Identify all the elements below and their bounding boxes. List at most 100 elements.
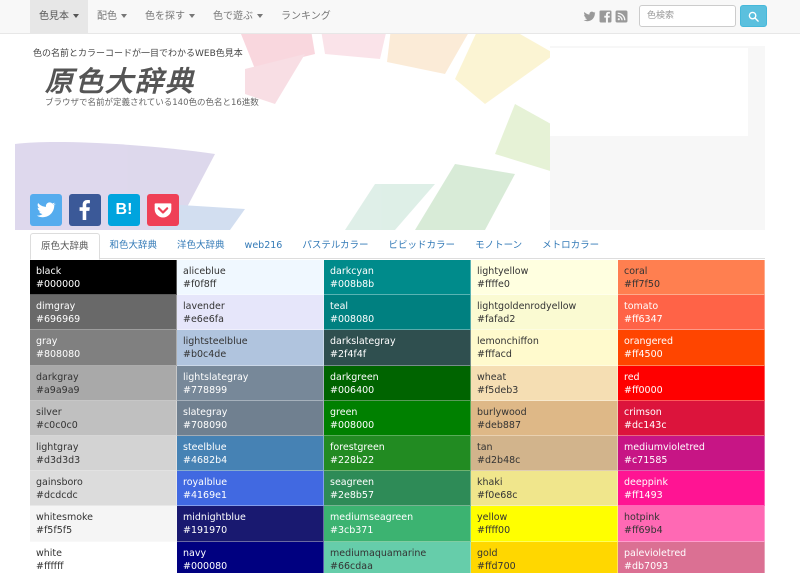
color-search-input[interactable]: [639, 5, 736, 27]
color-hex: #008b8b: [330, 279, 375, 290]
color-hex: #008000: [330, 419, 375, 431]
color-swatch-midnightblue[interactable]: midnightblue #191970: [177, 506, 324, 542]
color-swatch-crimson[interactable]: crimson #dc143c: [618, 400, 765, 436]
color-swatch-navy[interactable]: navy #000080: [177, 541, 324, 573]
facebook-icon[interactable]: [599, 10, 612, 23]
nav-right: [583, 5, 767, 27]
color-swatch-lightyellow[interactable]: lightyellow #ffffe0: [471, 260, 618, 296]
color-swatch-lightsteelblue[interactable]: lightsteelblue #b0c4de: [177, 330, 324, 366]
color-name: lemonchiffon: [477, 336, 539, 348]
color-swatch-tomato[interactable]: tomato #ff6347: [618, 295, 765, 331]
color-swatch-darkcyan[interactable]: darkcyan #008b8b: [324, 260, 471, 296]
color-swatch-gainsboro[interactable]: gainsboro #dcdcdc: [30, 471, 177, 507]
color-swatch-white[interactable]: white #ffffff: [30, 541, 177, 573]
color-swatch-lightgoldenrodyellow[interactable]: lightgoldenrodyellow #fafad2: [471, 295, 618, 331]
color-swatch-lightslategray[interactable]: lightslategray #778899: [177, 365, 324, 401]
color-hex: #ffffe0: [477, 279, 510, 290]
color-hex: #f0e68c: [477, 490, 518, 502]
color-hex: #f0f8ff: [183, 279, 217, 290]
tab-web216[interactable]: web216: [235, 233, 293, 259]
color-swatch-red[interactable]: red #ff0000: [618, 365, 765, 401]
color-swatch-royalblue[interactable]: royalblue #4169e1: [177, 471, 324, 507]
pocket-share-button[interactable]: [147, 194, 179, 226]
color-swatch-mediumseagreen[interactable]: mediumseagreen #3cb371: [324, 506, 471, 542]
color-swatch-teal[interactable]: teal #008080: [324, 295, 471, 331]
color-name: deeppink: [624, 477, 668, 489]
color-swatch-tan[interactable]: tan #d2b48c: [471, 435, 618, 472]
color-name: midnightblue: [183, 512, 246, 524]
color-swatch-darkslategray[interactable]: darkslategray #2f4f4f: [324, 330, 471, 366]
color-swatch-whitesmoke[interactable]: whitesmoke #f5f5f5: [30, 506, 177, 542]
color-hex: #e6e6fa: [183, 314, 224, 326]
color-name: tan: [477, 441, 493, 453]
navbar: 色見本 配色 色を探す 色で遊ぶ ランキング: [0, 0, 800, 34]
color-swatch-yellow[interactable]: yellow #ffff00: [471, 506, 618, 542]
color-swatch-black[interactable]: black #000000: [30, 260, 177, 296]
twitter-icon[interactable]: [583, 10, 596, 23]
tab-vivid[interactable]: ビビッドカラー: [379, 233, 466, 259]
nav-item-color-samples[interactable]: 色見本: [30, 0, 88, 33]
color-swatch-darkgreen[interactable]: darkgreen #006400: [324, 365, 471, 401]
color-swatch-mediumaquamarine[interactable]: mediumaquamarine #66cdaa: [324, 541, 471, 573]
color-name: orangered: [624, 336, 674, 348]
color-hex: #d2b48c: [477, 454, 521, 466]
twitter-share-button[interactable]: [30, 194, 62, 226]
color-swatch-coral[interactable]: coral #ff7f50: [618, 260, 765, 296]
color-swatch-palevioletred[interactable]: palevioletred #db7093: [618, 541, 765, 573]
color-swatch-steelblue[interactable]: steelblue #4682b4: [177, 435, 324, 472]
color-swatch-gray[interactable]: gray #808080: [30, 330, 177, 366]
site-logo[interactable]: 原色大辞典: [45, 60, 195, 100]
nav-item-label: 色で遊ぶ: [213, 11, 253, 22]
color-swatch-silver[interactable]: silver #c0c0c0: [30, 400, 177, 436]
color-swatch-burlywood[interactable]: burlywood #deb887: [471, 400, 618, 436]
color-name: coral: [624, 266, 648, 277]
color-hex: #ffd700: [477, 560, 516, 572]
color-hex: #4682b4: [183, 454, 228, 466]
rss-icon[interactable]: [615, 10, 628, 23]
color-swatch-aliceblue[interactable]: aliceblue #f0f8ff: [177, 260, 324, 296]
color-swatch-hotpink[interactable]: hotpink #ff69b4: [618, 506, 765, 542]
color-swatch-green[interactable]: green #008000: [324, 400, 471, 436]
tab-pastel[interactable]: パステルカラー: [292, 233, 378, 259]
pocket-icon: [154, 203, 172, 218]
caret-down-icon: [189, 14, 195, 18]
nav-item-label: ランキング: [281, 11, 331, 22]
color-swatch-seagreen[interactable]: seagreen #2e8b57: [324, 471, 471, 507]
color-swatch-deeppink[interactable]: deeppink #ff1493: [618, 471, 765, 507]
nav-item-color-schemes[interactable]: 配色: [88, 0, 136, 33]
color-swatch-slategray[interactable]: slategray #708090: [177, 400, 324, 436]
color-swatch-lightgray[interactable]: lightgray #d3d3d3: [30, 435, 177, 472]
color-swatch-gold[interactable]: gold #ffd700: [471, 541, 618, 573]
color-hex: #fafad2: [477, 314, 516, 326]
color-hex: #dc143c: [624, 419, 667, 431]
color-swatch-orangered[interactable]: orangered #ff4500: [618, 330, 765, 366]
caret-down-icon: [73, 14, 79, 18]
color-swatch-dimgray[interactable]: dimgray #696969: [30, 295, 177, 331]
color-swatch-khaki[interactable]: khaki #f0e68c: [471, 471, 618, 507]
color-swatch-lavender[interactable]: lavender #e6e6fa: [177, 295, 324, 331]
nav-item-label: 配色: [97, 11, 117, 22]
color-swatch-darkgray[interactable]: darkgray #a9a9a9: [30, 365, 177, 401]
tab-washoku[interactable]: 和色大辞典: [100, 233, 168, 259]
color-swatch-wheat[interactable]: wheat #f5deb3: [471, 365, 618, 401]
tab-genshoku[interactable]: 原色大辞典: [30, 233, 100, 260]
color-swatch-lemonchiffon[interactable]: lemonchiffon #fffacd: [471, 330, 618, 366]
nav-item-play-with-color[interactable]: 色で遊ぶ: [204, 0, 272, 33]
color-name: gainsboro: [36, 477, 83, 489]
color-name: burlywood: [477, 406, 527, 418]
nav-item-find-color[interactable]: 色を探す: [136, 0, 204, 33]
tab-metro[interactable]: メトロカラー: [532, 233, 609, 259]
color-name: yellow: [477, 512, 508, 524]
tab-youshoku[interactable]: 洋色大辞典: [167, 233, 235, 259]
color-swatch-forestgreen[interactable]: forestgreen #228b22: [324, 435, 471, 472]
color-swatch-mediumvioletred[interactable]: mediumvioletred #c71585: [618, 435, 765, 472]
hatena-bookmark-icon: B!: [115, 201, 133, 218]
site-tagline: ブラウザで名前が定義されている140色の色名と16進数: [45, 98, 259, 108]
search-icon: [748, 11, 759, 22]
tab-monotone[interactable]: モノトーン: [465, 233, 532, 259]
facebook-share-button[interactable]: [69, 194, 101, 226]
nav-item-ranking[interactable]: ランキング: [272, 0, 340, 33]
search-button[interactable]: [740, 5, 767, 27]
nav-item-label: 色を探す: [145, 11, 185, 22]
hatena-bookmark-share-button[interactable]: B!: [108, 194, 140, 226]
